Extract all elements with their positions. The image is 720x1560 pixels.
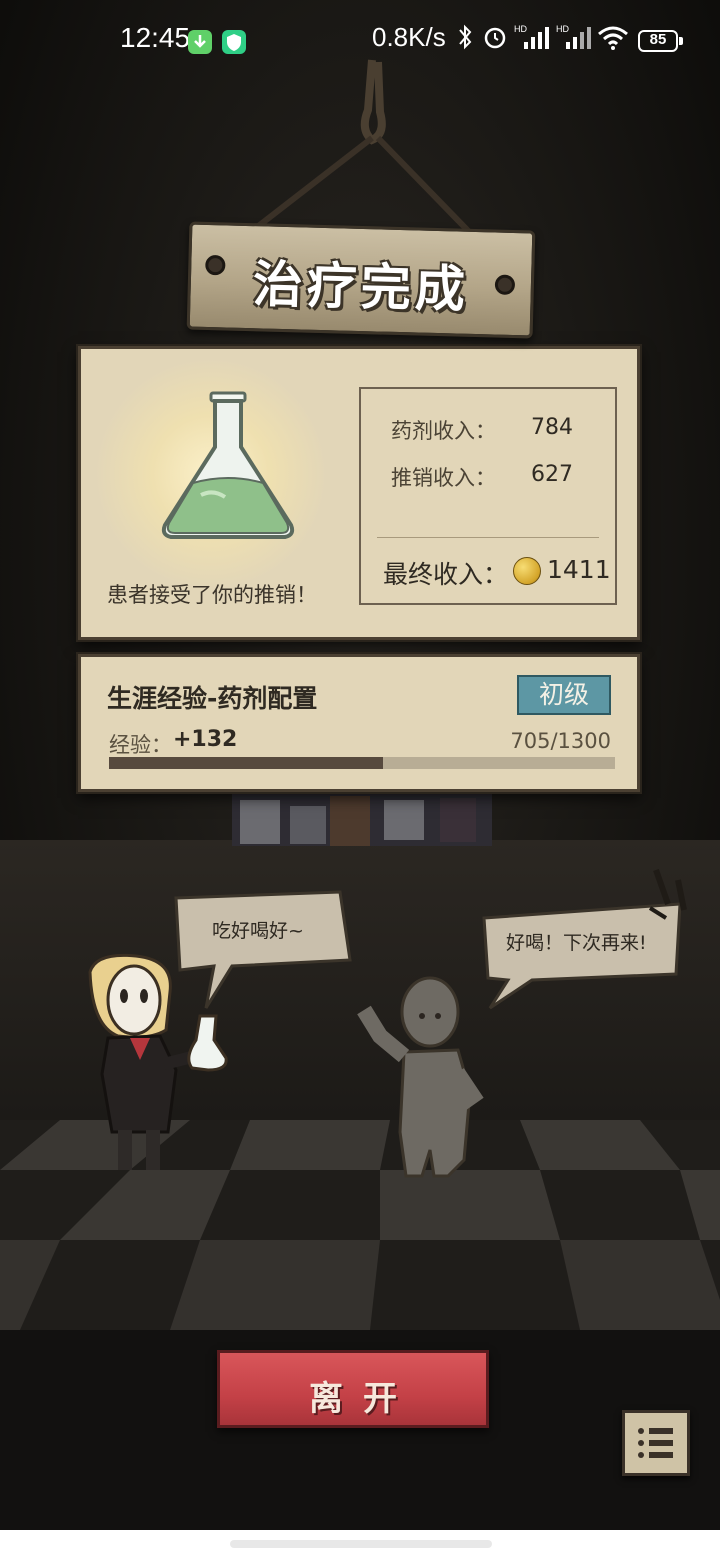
home-indicator[interactable] [230,1540,492,1548]
patient-speech: 好喝！下次再来! [506,932,647,954]
final-income-label: 最终收入： [383,560,509,589]
network-speed: 0.8K/s [372,22,446,52]
experience-progress-text: 705/1300 [510,729,611,753]
game-scene: 12:45 0.8K/s HD HD 85 治疗完成 患者接受了你的推销！ 药剂… [0,0,720,1560]
status-time: 12:45 [120,22,191,53]
flask-icon [153,385,303,555]
doctor-speech: 吃好喝好~ [212,920,304,942]
list-menu-icon [638,1428,673,1458]
experience-label: 经验： [109,733,172,757]
potion-income-value: 784 [531,415,573,440]
hd-signal-icon: HD [514,24,549,49]
svg-text:HD: HD [514,24,527,34]
final-income-value: 1411 [547,555,611,584]
bluetooth-icon [459,24,472,50]
status-bar: 12:45 0.8K/s HD HD 85 [0,0,720,84]
career-experience-panel: 生涯经验-药剂配置 初级 经验： +132 705/1300 [78,654,640,792]
page-title: 治疗完成 [252,255,470,319]
battery-icon: 85 [638,30,678,52]
leave-button[interactable]: 离开 [217,1350,489,1428]
experience-title: 生涯经验-药剂配置 [107,684,318,713]
title-sign: 治疗完成 [186,221,536,339]
income-box: 药剂收入： 784 推销收入： 627 最终收入： 1411 [359,387,617,605]
patient-message: 患者接受了你的推销！ [107,583,317,607]
treatment-result-panel: 患者接受了你的推销！ 药剂收入： 784 推销收入： 627 最终收入： 141… [78,346,640,640]
doctor-character [88,953,228,1170]
hd-signal-icon: HD [556,24,591,49]
potion-income-label: 药剂收入： [391,419,496,443]
income-divider [377,537,599,538]
promo-income-label: 推销收入： [391,466,496,490]
wifi-icon [598,26,628,50]
gold-coin-icon [513,557,541,585]
promo-income-value: 627 [531,462,573,487]
characters-art [88,869,687,1178]
patient-character [357,976,484,1178]
battery-cap [679,37,683,45]
experience-progress-bar [109,757,615,769]
battery-level: 85 [649,31,667,48]
experience-progress-fill [109,757,384,769]
shield-app-icon [222,30,246,54]
menu-button[interactable] [622,1410,690,1476]
alarm-icon [484,27,506,49]
rank-badge: 初级 [517,675,611,715]
svg-text:HD: HD [556,24,569,34]
download-app-icon [188,30,212,54]
experience-gain: +132 [173,727,238,752]
leave-button-label: 离开 [309,1379,417,1419]
